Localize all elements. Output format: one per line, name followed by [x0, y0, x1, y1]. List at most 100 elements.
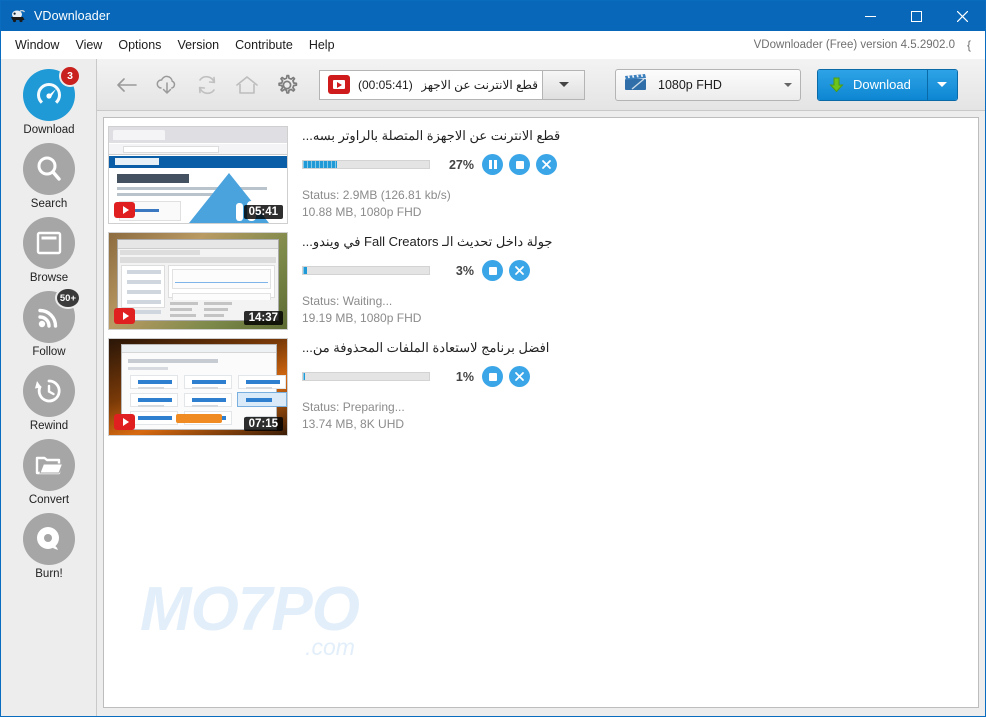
sidebar-label-convert: Convert — [28, 494, 70, 506]
cancel-button[interactable] — [536, 154, 557, 175]
cancel-button[interactable] — [509, 260, 530, 281]
sidebar-label-burn: Burn! — [35, 568, 63, 580]
youtube-icon — [328, 75, 350, 94]
progress-bar — [302, 372, 430, 381]
toolbar: (00:05:41) قطع الانترنت عن الاجهزة 1080p… — [97, 59, 985, 111]
sidebar-label-rewind: Rewind — [29, 420, 69, 432]
title-bar: VDownloader — [1, 1, 985, 31]
cancel-button[interactable] — [509, 366, 530, 387]
menu-bar: Window View Options Version Contribute H… — [1, 31, 985, 59]
main-panel: (00:05:41) قطع الانترنت عن الاجهزة 1080p… — [97, 59, 985, 716]
sidebar-item-browse[interactable]: Browse — [1, 215, 97, 289]
menu-window[interactable]: Window — [7, 34, 67, 56]
url-input[interactable]: (00:05:41) قطع الانترنت عن الاجهزة — [319, 69, 543, 100]
downloads-list: MO7PO .com 05:41 قطع الانترنت عن الاجهزة… — [103, 117, 979, 708]
download-arrow-icon — [829, 77, 844, 92]
download-meta: 13.74 MB, 8K UHD — [302, 417, 405, 431]
video-title: قطع الانترنت عن الاجهزة المتصلة بالراوتر… — [302, 128, 561, 143]
vdownloader-window: VDownloader Window View Options Version … — [0, 0, 986, 717]
close-button[interactable] — [939, 1, 985, 31]
sidebar-item-follow[interactable]: 50+ Follow — [1, 287, 97, 363]
download-button[interactable]: Download — [818, 69, 927, 100]
video-title: جولة داخل تحديث الـ Fall Creators في وين… — [302, 234, 553, 249]
sidebar-label-browse: Browse — [29, 272, 69, 284]
download-status: Status: 2.9MB (126.81 kb/s) — [302, 188, 451, 202]
download-split-button[interactable] — [926, 69, 957, 100]
sidebar-item-rewind[interactable]: Rewind — [1, 363, 97, 437]
window-title: VDownloader — [34, 9, 111, 23]
chevron-down-icon — [558, 82, 569, 87]
download-meta: 10.88 MB, 1080p FHD — [302, 205, 422, 219]
item-controls — [482, 260, 530, 281]
download-item[interactable]: 07:15 افضل برنامج لاستعادة الملفات المحذ… — [104, 330, 978, 436]
url-duration: (00:05:41) — [358, 77, 413, 92]
disc-icon — [23, 513, 75, 565]
refresh-icon[interactable] — [187, 66, 227, 104]
progress-percent: 1% — [455, 369, 474, 384]
stop-button[interactable] — [509, 154, 530, 175]
progress-row: 27% — [302, 154, 978, 175]
progress-bar — [302, 160, 430, 169]
menu-help[interactable]: Help — [301, 34, 343, 56]
stop-button[interactable] — [482, 366, 503, 387]
back-icon[interactable] — [107, 66, 147, 104]
settings-gear-icon[interactable] — [267, 66, 307, 104]
video-thumbnail[interactable]: 05:41 — [108, 126, 288, 224]
download-item[interactable]: 05:41 قطع الانترنت عن الاجهزة المتصلة با… — [104, 118, 978, 224]
video-thumbnail[interactable]: 14:37 — [108, 232, 288, 330]
download-status: Status: Waiting... — [302, 294, 393, 308]
watermark-sub: .com — [305, 634, 355, 660]
url-text: قطع الانترنت عن الاجهزة — [420, 77, 538, 92]
clock-rewind-icon — [23, 365, 75, 417]
sidebar-item-convert[interactable]: Convert — [1, 437, 97, 511]
body: 3 Download Search Browse 50+ Follow Rewi… — [1, 59, 985, 716]
minimize-button[interactable] — [847, 1, 893, 31]
download-meta: 19.19 MB, 1080p FHD — [302, 311, 422, 325]
download-info: قطع الانترنت عن الاجهزة المتصلة بالراوتر… — [288, 126, 978, 224]
video-thumbnail[interactable]: 07:15 — [108, 338, 288, 436]
video-duration: 07:15 — [243, 417, 283, 431]
sidebar-label-search: Search — [30, 198, 68, 210]
menu-options[interactable]: Options — [110, 34, 169, 56]
stop-button[interactable] — [482, 260, 503, 281]
progress-bar — [302, 266, 430, 275]
download-count-badge: 3 — [59, 65, 81, 87]
version-label: VDownloader (Free) version 4.5.2902.0 — [753, 39, 955, 51]
download-item[interactable]: 14:37 جولة داخل تحديث الـ Fall Creators … — [104, 224, 978, 330]
video-duration: 14:37 — [243, 311, 283, 325]
quality-select[interactable]: 1080p FHD — [615, 68, 801, 101]
window-icon — [23, 217, 75, 269]
url-dropdown-button[interactable] — [543, 69, 585, 100]
video-duration: 05:41 — [243, 205, 283, 219]
pause-button[interactable] — [482, 154, 503, 175]
sidebar-label-follow: Follow — [32, 346, 66, 358]
sidebar-item-burn[interactable]: Burn! — [1, 511, 97, 585]
progress-percent: 27% — [448, 157, 474, 172]
progress-row: 3% — [302, 260, 978, 281]
follow-count-badge: 50+ — [54, 287, 81, 309]
speedometer-icon: 3 — [23, 65, 81, 121]
youtube-icon — [114, 202, 135, 218]
progress-row: 1% — [302, 366, 978, 387]
watermark-main: MO7PO — [140, 575, 360, 645]
sidebar-item-download[interactable]: 3 Download — [1, 65, 97, 141]
magnifier-icon — [23, 143, 75, 195]
progress-percent: 3% — [455, 263, 474, 278]
item-controls — [482, 154, 557, 175]
cloud-download-icon[interactable] — [147, 66, 187, 104]
version-glyph-icon: { — [966, 38, 971, 52]
clapperboard-icon — [624, 73, 648, 97]
youtube-icon — [114, 308, 135, 324]
menu-version[interactable]: Version — [169, 34, 227, 56]
watermark: MO7PO .com — [140, 575, 360, 661]
sidebar-item-search[interactable]: Search — [1, 141, 97, 215]
menu-contribute[interactable]: Contribute — [227, 34, 301, 56]
maximize-button[interactable] — [893, 1, 939, 31]
window-controls — [847, 1, 985, 31]
sidebar-label-download: Download — [23, 124, 75, 136]
menu-view[interactable]: View — [67, 34, 110, 56]
download-status: Status: Preparing... — [302, 400, 405, 414]
app-icon — [10, 8, 26, 24]
home-icon[interactable] — [227, 66, 267, 104]
download-info: جولة داخل تحديث الـ Fall Creators في وين… — [288, 232, 978, 330]
